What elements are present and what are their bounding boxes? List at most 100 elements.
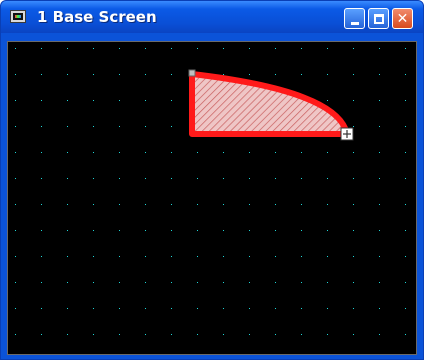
grid-dot bbox=[223, 334, 224, 335]
grid-dot bbox=[15, 178, 16, 179]
grid-dot bbox=[171, 204, 172, 205]
grid-dot bbox=[171, 152, 172, 153]
grid-dot bbox=[275, 256, 276, 257]
grid-dot bbox=[67, 256, 68, 257]
grid-dot bbox=[301, 204, 302, 205]
grid-dot bbox=[15, 126, 16, 127]
grid-dot bbox=[171, 74, 172, 75]
grid-dot bbox=[41, 230, 42, 231]
title-bar[interactable]: 1 Base Screen ✕ bbox=[1, 1, 423, 33]
grid-dot bbox=[93, 48, 94, 49]
grid-dot bbox=[197, 152, 198, 153]
grid-dot bbox=[15, 204, 16, 205]
grid-dot bbox=[379, 178, 380, 179]
grid-dot bbox=[379, 152, 380, 153]
grid-dot bbox=[171, 126, 172, 127]
grid-dot bbox=[41, 256, 42, 257]
quarter-ellipse-shape[interactable] bbox=[189, 71, 350, 137]
grid-dot bbox=[405, 204, 406, 205]
grid-dot bbox=[15, 152, 16, 153]
grid-dot bbox=[67, 334, 68, 335]
grid-dot bbox=[301, 152, 302, 153]
grid-dot bbox=[197, 308, 198, 309]
base-screen-window: 1 Base Screen ✕ bbox=[0, 0, 424, 360]
grid-dot bbox=[275, 308, 276, 309]
grid-dot bbox=[67, 100, 68, 101]
grid-dot bbox=[119, 152, 120, 153]
grid-dot bbox=[301, 230, 302, 231]
grid-dot bbox=[119, 230, 120, 231]
grid-dot bbox=[223, 152, 224, 153]
grid-dot bbox=[41, 334, 42, 335]
grid-dot bbox=[327, 204, 328, 205]
grid-dot bbox=[405, 256, 406, 257]
grid-dot bbox=[145, 178, 146, 179]
grid-dot bbox=[249, 74, 250, 75]
grid-dot bbox=[275, 74, 276, 75]
grid-dot bbox=[145, 334, 146, 335]
grid-dot bbox=[119, 74, 120, 75]
grid-dot bbox=[67, 282, 68, 283]
grid-dot bbox=[275, 178, 276, 179]
grid-dot bbox=[379, 126, 380, 127]
grid-dot bbox=[327, 256, 328, 257]
grid-dot bbox=[15, 334, 16, 335]
maximize-button[interactable] bbox=[368, 8, 389, 29]
grid-dot bbox=[249, 308, 250, 309]
grid-dot bbox=[197, 282, 198, 283]
grid-dot bbox=[327, 100, 328, 101]
grid-dot bbox=[327, 308, 328, 309]
grid-dot bbox=[275, 204, 276, 205]
drawing-canvas[interactable] bbox=[7, 41, 417, 355]
grid-dot bbox=[93, 282, 94, 283]
grid-dot bbox=[275, 152, 276, 153]
grid-dot bbox=[197, 256, 198, 257]
close-icon: ✕ bbox=[396, 10, 409, 27]
grid-dot bbox=[353, 100, 354, 101]
minimize-icon bbox=[350, 21, 359, 25]
close-button[interactable]: ✕ bbox=[392, 8, 413, 29]
grid-dot bbox=[223, 308, 224, 309]
grid-dot bbox=[379, 48, 380, 49]
grid-dot bbox=[145, 74, 146, 75]
grid-dot bbox=[301, 48, 302, 49]
grid-dot bbox=[223, 230, 224, 231]
grid-dot bbox=[119, 204, 120, 205]
grid-dot bbox=[405, 126, 406, 127]
minimize-button[interactable] bbox=[344, 8, 365, 29]
grid-dot bbox=[93, 126, 94, 127]
grid-dot bbox=[327, 230, 328, 231]
grid-dot bbox=[405, 178, 406, 179]
grid-dot bbox=[93, 256, 94, 257]
hmi-screen-icon[interactable] bbox=[10, 10, 26, 23]
grid-dot bbox=[405, 74, 406, 75]
grid-dot bbox=[197, 178, 198, 179]
top-left-handle[interactable] bbox=[188, 69, 196, 77]
grid-dot bbox=[171, 308, 172, 309]
grid-dot bbox=[301, 178, 302, 179]
grid-dot bbox=[249, 178, 250, 179]
grid-dot bbox=[15, 74, 16, 75]
grid-dot bbox=[15, 256, 16, 257]
grid-dot bbox=[405, 334, 406, 335]
grid-dot bbox=[353, 256, 354, 257]
grid-dot bbox=[145, 230, 146, 231]
grid-dot bbox=[171, 334, 172, 335]
grid-dot bbox=[249, 282, 250, 283]
grid-dot bbox=[93, 100, 94, 101]
grid-dot bbox=[353, 126, 354, 127]
grid-dot bbox=[223, 204, 224, 205]
grid-dot bbox=[41, 100, 42, 101]
grid-dot bbox=[93, 74, 94, 75]
grid-dot bbox=[119, 308, 120, 309]
grid-dot bbox=[405, 230, 406, 231]
grid-dot bbox=[93, 308, 94, 309]
grid-dot bbox=[93, 178, 94, 179]
grid-dot bbox=[145, 282, 146, 283]
grid-dot bbox=[275, 230, 276, 231]
resize-handle[interactable] bbox=[340, 127, 354, 141]
grid-dot bbox=[145, 152, 146, 153]
grid-dot bbox=[145, 126, 146, 127]
grid-dot bbox=[171, 256, 172, 257]
grid-dot bbox=[171, 230, 172, 231]
